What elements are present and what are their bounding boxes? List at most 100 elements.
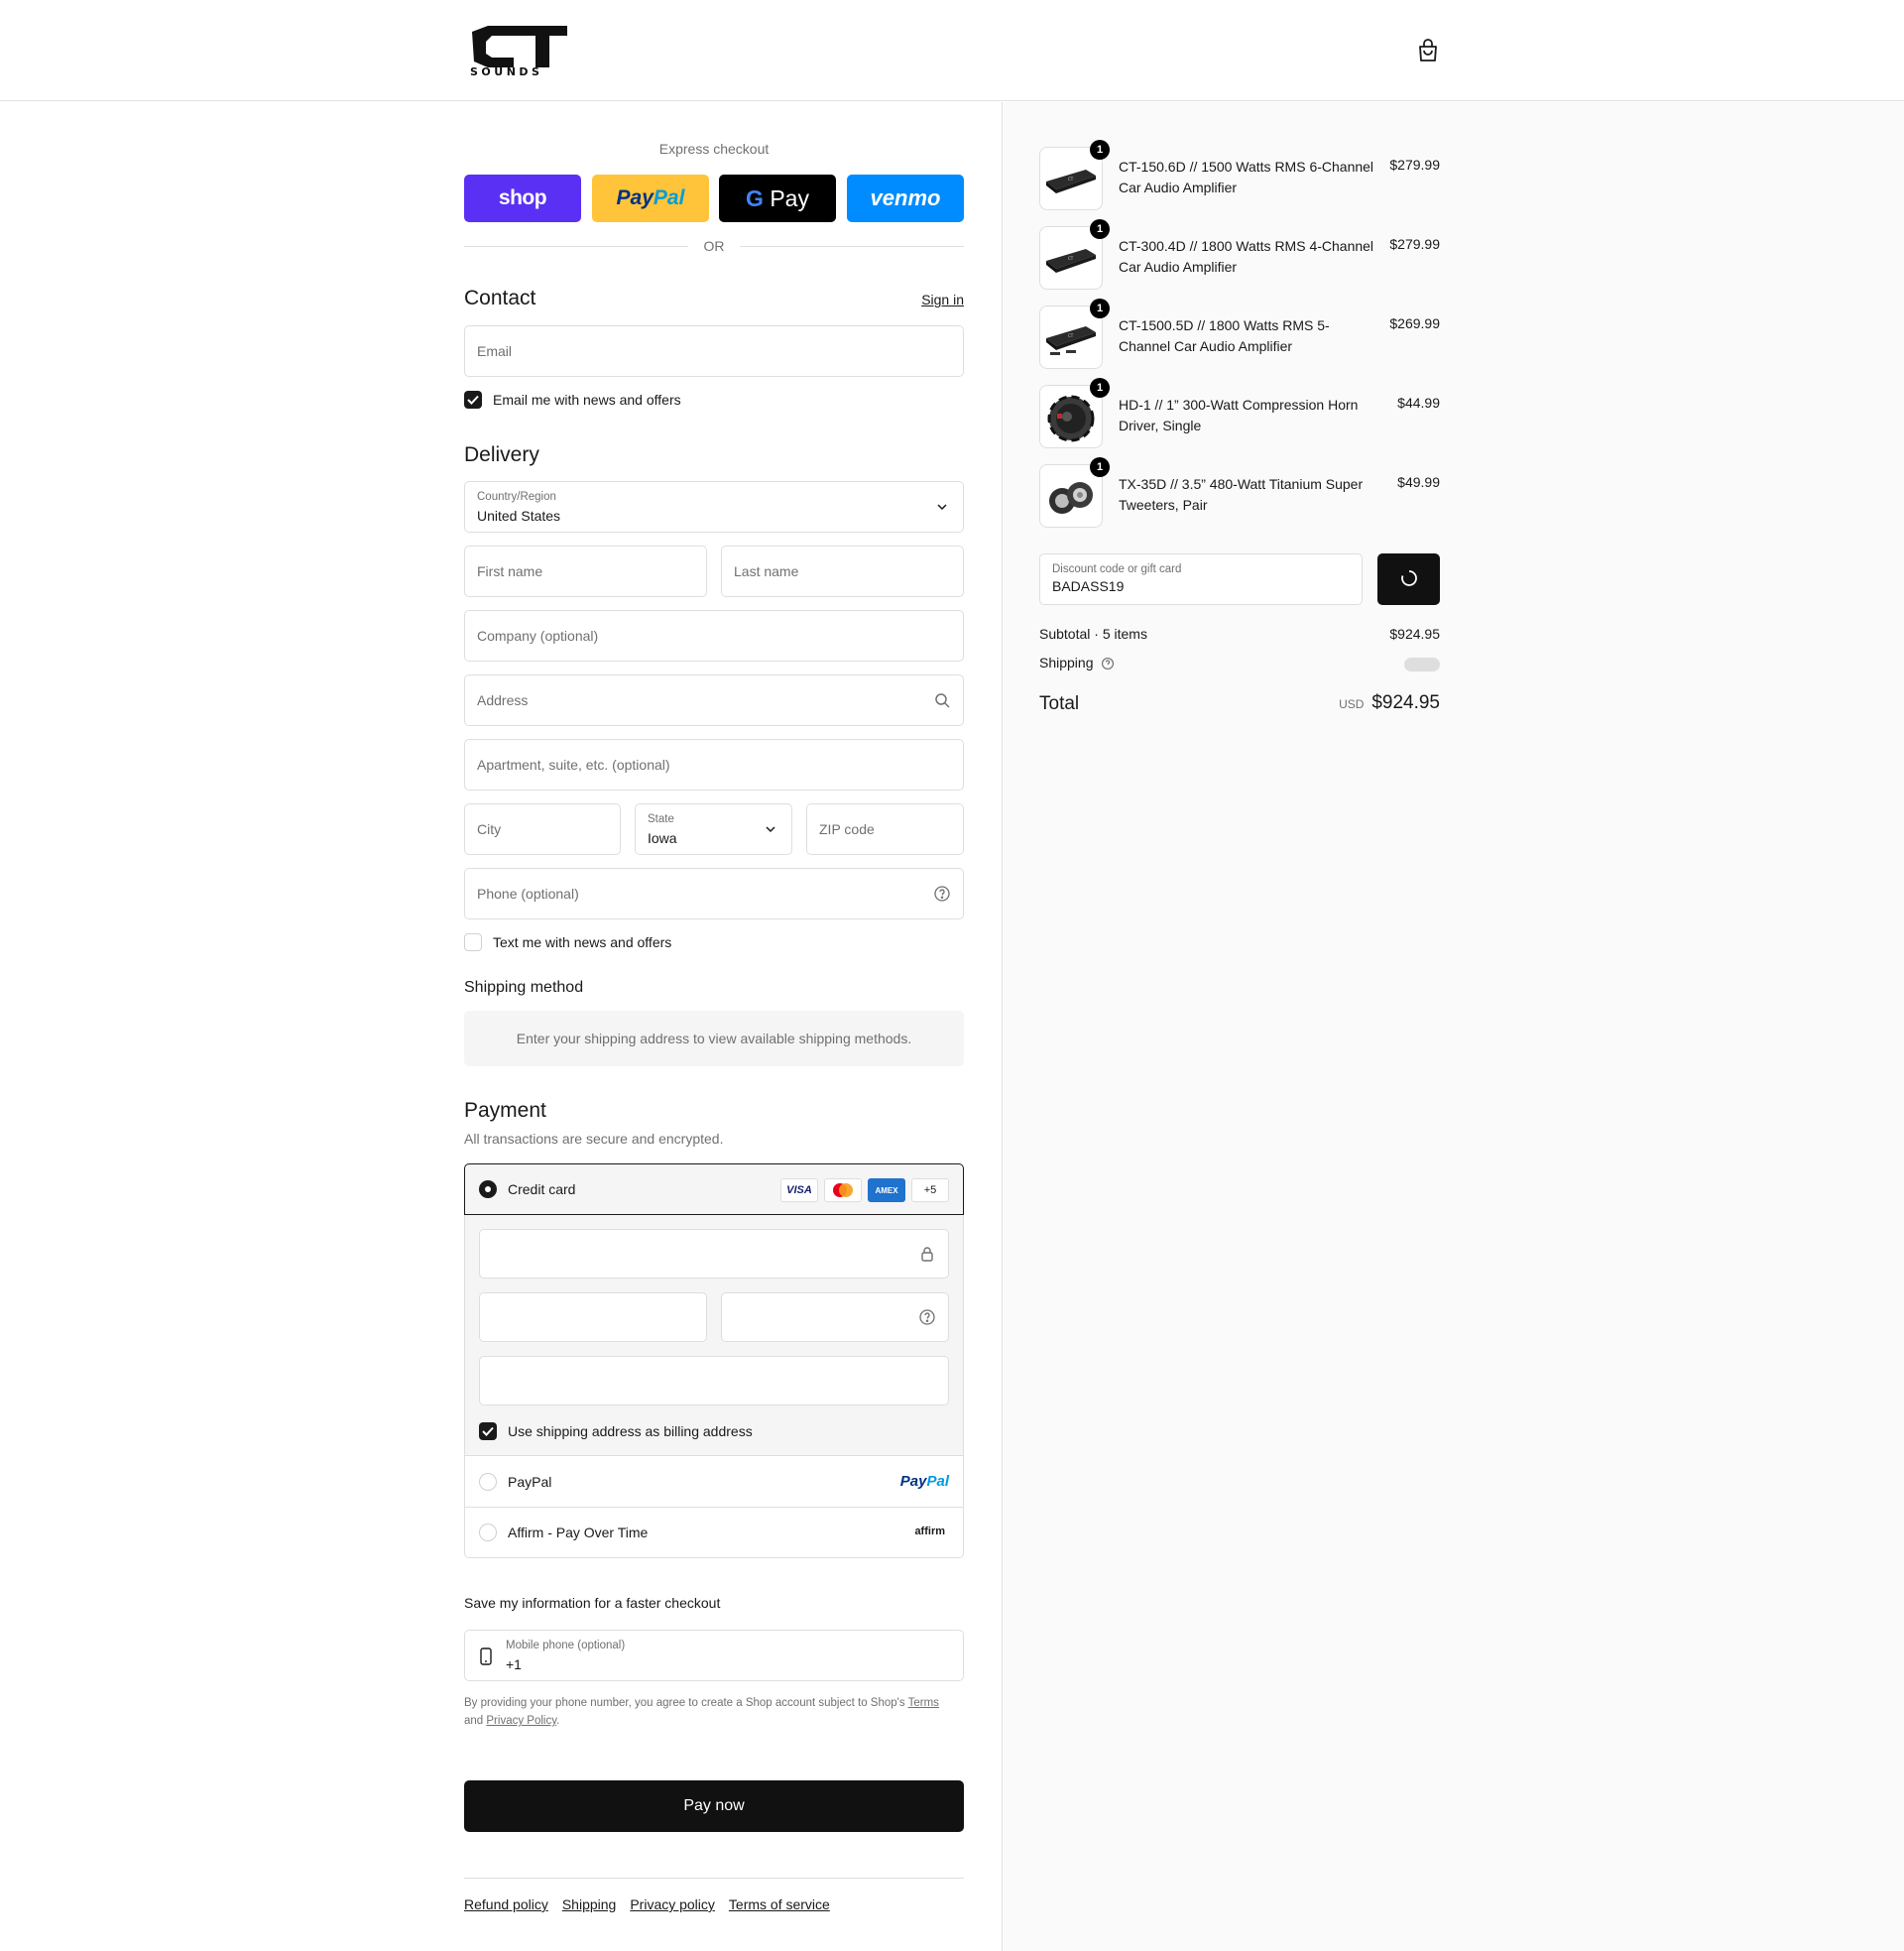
chevron-down-icon — [933, 498, 951, 516]
privacy-policy-footer-link[interactable]: Privacy policy — [630, 1896, 715, 1912]
total-row: Total USD $924.95 — [1039, 692, 1440, 721]
checkbox-checked[interactable] — [464, 391, 482, 409]
checkbox-unchecked[interactable] — [464, 933, 482, 951]
express-checkout-title: Express checkout — [658, 141, 770, 157]
apartment-field[interactable]: Apartment, suite, etc. (optional) — [464, 739, 964, 791]
city-field[interactable]: City — [464, 803, 621, 855]
mobile-phone-field[interactable]: Mobile phone (optional) +1 — [464, 1630, 964, 1681]
card-brand-logos: VISA AMEX +5 — [780, 1178, 949, 1202]
cart-item: 1 TX-35D // 3.5” 480-Watt Titanium Super… — [1039, 457, 1440, 528]
card-number-field[interactable] — [479, 1229, 949, 1279]
sign-in-link[interactable]: Sign in — [921, 292, 964, 307]
cart-item: 1 HD-1 // 1” 300-Watt Compression Horn D… — [1039, 378, 1440, 448]
paypal-option[interactable]: PayPal PayPal — [465, 1457, 963, 1507]
product-name: TX-35D // 3.5” 480-Watt Titanium Super T… — [1119, 476, 1364, 513]
affirm-radio[interactable] — [479, 1524, 497, 1541]
ct-sounds-logo[interactable]: SOUNDS — [468, 22, 571, 77]
zip-code-field[interactable]: ZIP code — [806, 803, 964, 855]
contact-heading: Contact — [464, 287, 536, 309]
paypal-express-button[interactable]: Pay Pal — [592, 175, 709, 222]
discount-code-field[interactable]: Discount code or gift card BADASS19 — [1039, 553, 1363, 605]
checkbox-checked[interactable] — [479, 1422, 497, 1440]
text-news-checkbox[interactable]: Text me with news and offers — [464, 932, 671, 952]
paypal-logo: PayPal — [899, 1473, 949, 1490]
shipping-policy-link[interactable]: Shipping — [562, 1896, 617, 1912]
product-price: $49.99 — [1397, 474, 1440, 490]
product-name: CT-1500.5D // 1800 Watts RMS 5-Channel C… — [1119, 317, 1330, 354]
total-label: Total — [1039, 693, 1080, 714]
quantity-badge: 1 — [1090, 219, 1110, 239]
apply-discount-button[interactable] — [1377, 553, 1440, 605]
cart-item: CT 1 CT-150.6D // 1500 Watts RMS 6-Chann… — [1039, 140, 1440, 210]
product-name: CT-300.4D // 1800 Watts RMS 4-Channel Ca… — [1119, 238, 1374, 275]
expiration-date-field[interactable] — [479, 1292, 707, 1342]
google-pay-button[interactable]: G Pay — [719, 175, 836, 222]
more-cards-badge: +5 — [911, 1178, 949, 1202]
payment-subtitle: All transactions are secure and encrypte… — [464, 1131, 724, 1147]
quantity-badge: 1 — [1090, 140, 1110, 160]
subtotal-value: $924.95 — [1389, 626, 1440, 642]
chevron-down-icon — [762, 820, 779, 838]
pay-now-button[interactable]: Pay now — [464, 1780, 964, 1832]
svg-text:CT: CT — [1068, 333, 1074, 338]
terms-of-service-link[interactable]: Terms of service — [729, 1896, 830, 1912]
credit-card-option[interactable]: Credit card VISA AMEX +5 — [464, 1163, 964, 1215]
company-field[interactable]: Company (optional) — [464, 610, 964, 662]
mobile-phone-icon — [479, 1646, 493, 1669]
privacy-policy-link[interactable]: Privacy Policy — [486, 1715, 556, 1727]
product-name: HD-1 // 1” 300-Watt Compression Horn Dri… — [1119, 397, 1359, 433]
product-name: CT-150.6D // 1500 Watts RMS 6-Channel Ca… — [1119, 159, 1374, 195]
last-name-field[interactable]: Last name — [721, 546, 964, 597]
first-name-field[interactable]: First name — [464, 546, 707, 597]
paypal-radio[interactable] — [479, 1473, 497, 1491]
mastercard-logo — [824, 1178, 862, 1202]
order-summary-panel — [1002, 102, 1904, 1951]
help-circle-icon[interactable] — [933, 885, 951, 903]
venmo-button[interactable]: venmo — [847, 175, 964, 222]
svg-text:SOUNDS: SOUNDS — [470, 65, 542, 77]
refund-policy-link[interactable]: Refund policy — [464, 1896, 548, 1912]
subtotal-label: Subtotal · 5 items — [1039, 626, 1147, 642]
shipping-loading-placeholder — [1404, 658, 1440, 671]
subtotal-row: Subtotal · 5 items $924.95 — [1039, 626, 1440, 646]
billing-same-checkbox[interactable]: Use shipping address as billing address — [479, 1421, 753, 1441]
shipping-row: Shipping — [1039, 655, 1440, 674]
product-price: $279.99 — [1389, 236, 1440, 252]
security-code-field[interactable] — [721, 1292, 949, 1342]
email-field[interactable]: Email — [464, 325, 964, 377]
visa-logo: VISA — [780, 1178, 818, 1202]
cart-item: CT 1 CT-1500.5D // 1800 Watts RMS 5-Chan… — [1039, 299, 1440, 369]
email-news-checkbox[interactable]: Email me with news and offers — [464, 390, 681, 410]
terms-link[interactable]: Terms — [908, 1697, 939, 1709]
help-circle-icon[interactable] — [918, 1308, 936, 1326]
header: SOUNDS — [0, 0, 1904, 101]
express-checkout-buttons: shop Pay Pal G Pay venmo — [464, 175, 964, 222]
quantity-badge: 1 — [1090, 457, 1110, 477]
search-icon — [933, 691, 951, 709]
svg-text:CT: CT — [1068, 177, 1074, 182]
name-on-card-field[interactable] — [479, 1356, 949, 1405]
shipping-method-heading: Shipping method — [464, 979, 584, 996]
cart-item: CT 1 CT-300.4D // 1800 Watts RMS 4-Chann… — [1039, 219, 1440, 290]
shipping-method-notice: Enter your shipping address to view avai… — [464, 1011, 964, 1066]
shop-legal-text: By providing your phone number, you agre… — [464, 1697, 939, 1727]
payment-methods: Credit card VISA AMEX +5 Use shipping ad… — [464, 1163, 964, 1558]
quantity-badge: 1 — [1090, 378, 1110, 398]
help-circle-icon[interactable] — [1101, 657, 1115, 673]
shop-pay-button[interactable]: shop — [464, 175, 581, 222]
affirm-option[interactable]: Affirm - Pay Over Time affirm — [465, 1507, 963, 1556]
state-select[interactable]: State Iowa — [635, 803, 792, 855]
shopping-bag-icon[interactable] — [1416, 38, 1440, 63]
address-field[interactable]: Address — [464, 674, 964, 726]
product-image: CT 1 — [1039, 140, 1110, 210]
product-image: CT 1 — [1039, 299, 1110, 369]
shipping-label: Shipping — [1039, 655, 1094, 671]
country-select[interactable]: Country/Region United States — [464, 481, 964, 533]
product-image: 1 — [1039, 378, 1110, 448]
phone-field[interactable]: Phone (optional) — [464, 868, 964, 919]
product-image: CT 1 — [1039, 219, 1110, 290]
credit-card-form: Use shipping address as billing address — [465, 1215, 963, 1456]
product-image: 1 — [1039, 457, 1110, 528]
credit-card-radio[interactable] — [479, 1180, 497, 1198]
product-price: $269.99 — [1389, 315, 1440, 331]
